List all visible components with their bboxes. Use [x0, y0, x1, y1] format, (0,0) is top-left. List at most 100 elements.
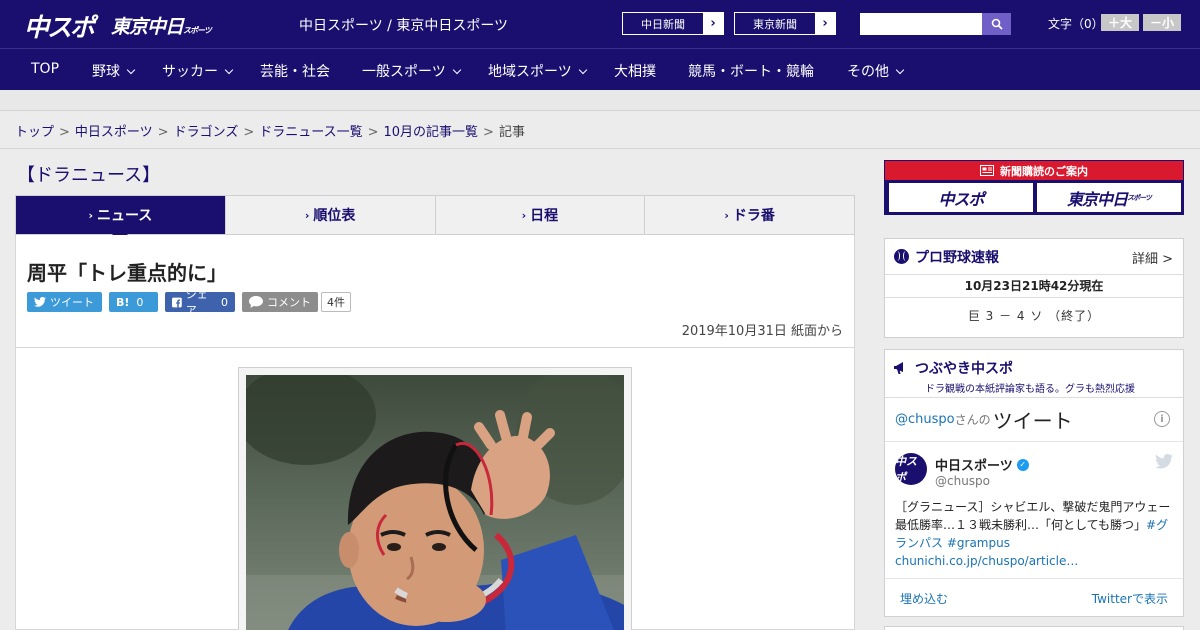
speech-bubble-icon: [249, 296, 263, 308]
tweets-handle-suffix: さんの: [954, 413, 991, 427]
player-photo-illustration: [246, 375, 624, 630]
nav-label: サッカー: [162, 64, 218, 80]
breadcrumb-divider: [0, 148, 1200, 149]
breadcrumb-link[interactable]: 10月の記事一覧: [384, 125, 479, 140]
site-name: 中日スポーツ / 東京中日スポーツ: [299, 18, 509, 34]
nav-label: その他: [847, 64, 889, 80]
breadcrumb-link[interactable]: 中日スポーツ: [75, 125, 153, 140]
tweets-handle[interactable]: @chuspo: [895, 412, 955, 427]
chunichi-shimbun-label: 中日新聞: [641, 17, 685, 31]
baseball-icon: [894, 249, 909, 264]
tab-standings[interactable]: › 順位表: [224, 196, 435, 234]
facebook-share-button[interactable]: シェア 0: [165, 288, 235, 317]
nav-baseball[interactable]: 野球: [92, 61, 136, 81]
twitter-bird-icon: [34, 297, 46, 307]
nav-racing[interactable]: 競馬・ボート・競輪: [688, 61, 814, 81]
article-headline: 周平「トレ重点的に」: [27, 261, 227, 285]
chunichi-shimbun-link[interactable]: 中日新聞 ›: [622, 12, 724, 35]
tab-label: ドラ番: [732, 208, 775, 224]
category-tabs: › ニュース › 順位表 › 日程 › ドラ番: [15, 195, 855, 242]
tokyo-ad-text: 東京中日: [1067, 189, 1128, 209]
search-button[interactable]: [982, 13, 1011, 35]
view-on-twitter-link[interactable]: Twitterで表示: [1092, 590, 1168, 607]
subscription-ad-logos: 中スポ 東京中日 スポーツ: [889, 183, 1181, 212]
tweet-url-link[interactable]: chunichi.co.jp/chuspo/article…: [895, 554, 1078, 568]
twitter-widget: つぶやき中スポ ドラ観戦の本紙評論家も語る。グラも熱烈応援 @chuspo さん…: [884, 349, 1184, 617]
search-input[interactable]: [860, 13, 982, 35]
tweet-screen-name[interactable]: @chuspo: [935, 474, 990, 488]
tab-label: 順位表: [313, 208, 356, 224]
chevron-down-icon: [224, 65, 234, 75]
nav-regional-sports[interactable]: 地域スポーツ: [488, 61, 587, 81]
chuspo-logo[interactable]: 中スポ: [24, 8, 95, 44]
subscription-ad-header: 新聞購読のご案内: [885, 161, 1183, 180]
tweet-author[interactable]: 中日スポーツ ✓: [935, 455, 1029, 474]
tokyo-chunichi-logo[interactable]: 東京中日スポーツ: [111, 12, 212, 39]
twitter-bird-icon[interactable]: [1155, 454, 1173, 469]
chuspo-ad-logo[interactable]: 中スポ: [889, 183, 1033, 212]
tab-news[interactable]: › ニュース: [16, 196, 225, 242]
article-divider: [16, 347, 854, 348]
tab-schedule[interactable]: › 日程: [434, 196, 645, 234]
font-larger-button[interactable]: ＋大: [1101, 14, 1139, 31]
breadcrumb-current: 記事: [498, 125, 525, 140]
nav-general-sports[interactable]: 一般スポーツ: [362, 61, 461, 81]
nav-label: 競馬・ボート・競輪: [688, 64, 814, 80]
tweet-author-name: 中日スポーツ: [935, 459, 1013, 474]
nav-sumo[interactable]: 大相撲: [614, 61, 656, 81]
tweets-label: ツイート: [992, 409, 1073, 433]
hatena-bookmark-button[interactable]: B! 0: [109, 292, 158, 312]
chevron-right-icon: ›: [815, 13, 835, 34]
main-nav: TOP 野球 サッカー 芸能・社会 一般スポーツ 地域スポーツ 大相撲 競馬・ボ…: [0, 48, 1200, 90]
avatar[interactable]: 中スポ: [895, 453, 927, 485]
share-buttons: ツイート B! 0 シェア 0 コメント 4件: [27, 288, 351, 317]
comment-count[interactable]: 4件: [321, 292, 351, 312]
subscription-ad[interactable]: 新聞購読のご案内 中スポ 東京中日 スポーツ: [884, 160, 1184, 215]
chevron-right-icon: ›: [521, 208, 527, 222]
score-timestamp: 10月23日21時42分現在: [885, 275, 1183, 298]
tab-dora-ban[interactable]: › ドラ番: [644, 196, 854, 234]
nav-label: TOP: [31, 61, 60, 77]
tweet-button[interactable]: ツイート: [27, 292, 102, 312]
chevron-down-icon: [578, 65, 587, 75]
nav-soccer[interactable]: サッカー: [162, 61, 234, 81]
twitter-widget-title: つぶやき中スポ: [915, 361, 1013, 377]
hashtag-link[interactable]: #grampus: [947, 536, 1010, 550]
chevron-right-icon: ›: [88, 208, 93, 222]
search-icon: [991, 18, 1003, 30]
chevron-down-icon: [895, 65, 905, 75]
nav-top[interactable]: TOP: [31, 61, 59, 77]
score-details-link[interactable]: 詳細 >: [1132, 248, 1173, 267]
nav-entertainment[interactable]: 芸能・社会: [260, 61, 330, 81]
twitter-widget-title-row: つぶやき中スポ: [894, 358, 1174, 378]
tokyo-shimbun-link[interactable]: 東京新聞 ›: [734, 12, 836, 35]
tweet-label: ツイート: [50, 296, 94, 309]
section-title: 【ドラニュース】: [17, 165, 161, 186]
baseball-score-widget: プロ野球速報 詳細 > 10月23日21時42分現在 巨 3 － 4 ソ （終了…: [884, 238, 1184, 338]
embed-link[interactable]: 埋め込む: [900, 590, 948, 607]
tokyo-shimbun-label: 東京新聞: [753, 17, 797, 31]
font-smaller-button[interactable]: －小: [1143, 14, 1181, 31]
chevron-down-icon: [126, 65, 136, 75]
tweet-text: ［グラニュース］シャビエル、撃破だ鬼門アウェー 最低勝率…１３戦未勝利…「何とし…: [895, 500, 1183, 532]
chevron-right-icon: ›: [724, 208, 729, 222]
nav-other[interactable]: その他: [847, 61, 905, 81]
verified-badge-icon: ✓: [1016, 458, 1029, 471]
megaphone-icon: [894, 362, 903, 374]
article-photo-frame: [238, 367, 632, 630]
game-result[interactable]: 巨 3 － 4 ソ （終了）: [885, 307, 1183, 324]
tokyo-chunichi-ad-logo[interactable]: 東京中日 スポーツ: [1037, 183, 1181, 212]
header-divider: [0, 90, 1200, 111]
info-icon[interactable]: i: [1154, 411, 1170, 427]
nav-label: 地域スポーツ: [488, 64, 572, 80]
hatena-icon: B!: [116, 295, 130, 309]
breadcrumb-link[interactable]: トップ: [15, 125, 54, 140]
comment-button[interactable]: コメント: [242, 292, 318, 312]
chevron-right-icon: ›: [304, 208, 310, 222]
article-photo[interactable]: [246, 375, 624, 630]
breadcrumb-link[interactable]: ドラゴンズ: [174, 125, 239, 140]
tweet-body: ［グラニュース］シャビエル、撃破だ鬼門アウェー 最低勝率…１３戦未勝利…「何とし…: [895, 498, 1182, 570]
breadcrumb-link[interactable]: ドラニュース一覧: [259, 125, 362, 140]
chevron-right-icon: ›: [703, 13, 723, 34]
comment-label: コメント: [267, 296, 311, 309]
